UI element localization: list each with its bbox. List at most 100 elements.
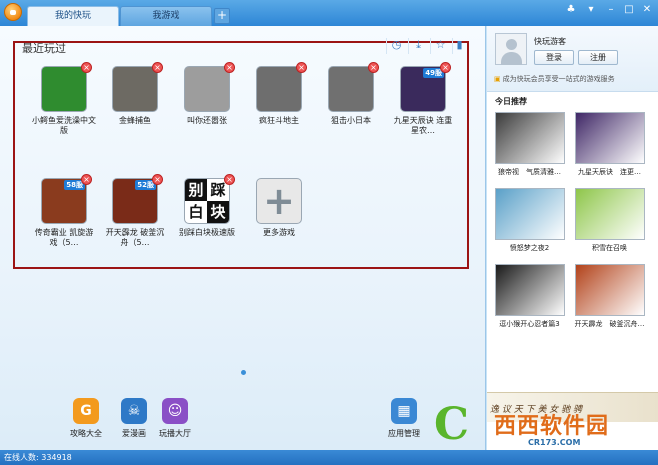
recommend-thumbnail[interactable]	[494, 264, 565, 316]
recommend-label: 逗小猴开心忍者篇3	[499, 320, 560, 328]
game-thumbnail[interactable]: 别踩白块	[184, 178, 230, 224]
remove-game-icon[interactable]: ×	[368, 62, 379, 73]
maximize-button[interactable]: □	[620, 3, 638, 17]
skin-icon[interactable]: ♣	[562, 3, 580, 17]
trash-icon[interactable]: ▮	[452, 38, 466, 54]
star-icon[interactable]: ☆	[430, 38, 450, 54]
today-title: 今日推荐	[495, 97, 527, 106]
dock-label: 玩播大厅	[159, 429, 191, 438]
game-label: 疯狂斗地主	[259, 116, 299, 125]
register-button[interactable]: 注册	[578, 50, 618, 65]
recommend-label: 积雪在召唤	[592, 244, 627, 252]
game-item[interactable]: 52服 × 开天霹龙 破釜沉舟（5…	[103, 174, 167, 248]
recommend-item[interactable]: 狼帝视 气质清雅…	[493, 112, 566, 177]
game-thumbnail[interactable]: 58服	[41, 178, 87, 224]
recommend-label: 狼帝视 气质清雅…	[498, 168, 561, 176]
member-promo[interactable]: ▣ 成为快玩会员享受一站式的游戏服务	[494, 74, 615, 84]
game-item[interactable]: 49服 × 九星天辰诀 连重星农…	[391, 62, 455, 136]
game-item[interactable]: × 叫你还嚣张	[175, 62, 239, 126]
user-panel: 快玩游客 登录 注册 ▣ 成为快玩会员享受一站式的游戏服务	[487, 26, 658, 92]
watermark-brand: 西西软件园	[494, 414, 610, 439]
tile-glyph: 白	[188, 203, 204, 221]
guest-name: 快玩游客	[534, 37, 566, 46]
game-label: 开天霹龙 破釜沉舟（5…	[105, 228, 165, 247]
remove-game-icon[interactable]: ×	[440, 62, 451, 73]
remove-game-icon[interactable]: ×	[152, 174, 163, 185]
recommend-thumbnail[interactable]	[494, 188, 565, 240]
game-label: 金蜂捕鱼	[119, 116, 151, 125]
remove-game-icon[interactable]: ×	[224, 174, 235, 185]
close-button[interactable]: ✕	[638, 3, 656, 17]
menu-icon[interactable]: ▾	[582, 3, 600, 17]
game-thumbnail[interactable]	[256, 66, 302, 112]
minimize-button[interactable]: –	[602, 3, 620, 17]
dock-icon: G	[73, 398, 99, 424]
watermark-site: CR173.COM	[528, 438, 581, 447]
tab-games[interactable]: 我游戏	[120, 6, 212, 26]
recommend-thumbnail[interactable]	[574, 264, 645, 316]
game-label: 更多游戏	[263, 228, 295, 237]
dock-icon: ▦	[391, 398, 417, 424]
vip-icon: ▣	[494, 75, 501, 83]
game-thumbnail[interactable]	[112, 66, 158, 112]
tile-glyph: 别	[185, 179, 207, 201]
game-item[interactable]: 别踩白块 × 别踩白块极速版	[175, 174, 239, 238]
recommend-item[interactable]: 逗小猴开心忍者篇3	[493, 264, 566, 329]
member-text: 成为快玩会员享受一站式的游戏服务	[502, 75, 615, 83]
recommend-label: 九星天辰诀 连更…	[578, 168, 641, 176]
game-thumbnail[interactable]	[184, 66, 230, 112]
recommend-item[interactable]: 积雪在召唤	[573, 188, 646, 253]
game-thumbnail[interactable]	[328, 66, 374, 112]
dock-item[interactable]: ☺ 玩播大厅	[151, 398, 199, 439]
game-label: 小鳄鱼爱洗澡中文版	[32, 116, 96, 135]
login-button[interactable]: 登录	[534, 50, 574, 65]
recommend-thumbnail[interactable]	[494, 112, 565, 164]
remove-game-icon[interactable]: ×	[296, 62, 307, 73]
remove-game-icon[interactable]: ×	[152, 62, 163, 73]
recommend-item[interactable]: 开天霹龙 破釜沉舟…	[573, 264, 646, 329]
recommend-label: 愤怒梦之夜2	[509, 244, 550, 252]
recommend-thumbnail[interactable]	[574, 188, 645, 240]
game-item[interactable]: × 狙击小日本	[319, 62, 383, 126]
game-thumbnail[interactable]: +	[256, 178, 302, 224]
page-indicator[interactable]	[241, 370, 246, 375]
game-thumbnail[interactable]	[41, 66, 87, 112]
recommend-item[interactable]: 九星天辰诀 连更…	[573, 112, 646, 177]
recommend-item[interactable]: 愤怒梦之夜2	[493, 188, 566, 253]
tile-glyph: 块	[207, 201, 229, 223]
game-item[interactable]: × 小鳄鱼爱洗澡中文版	[32, 62, 96, 136]
game-label: 别踩白块极速版	[179, 228, 235, 237]
game-item[interactable]: + 更多游戏	[247, 178, 311, 238]
remove-game-icon[interactable]: ×	[224, 62, 235, 73]
dock-icon: ☠	[121, 398, 147, 424]
recent-title: 最近玩过	[22, 42, 66, 55]
dock-item[interactable]: ▦ 应用管理	[380, 398, 428, 439]
watermark-mark: C	[434, 399, 470, 450]
title-bar: 我的快玩 我游戏 + ♣ ▾ – □ ✕	[0, 0, 658, 26]
app-logo-icon	[4, 3, 22, 21]
dock-label: 应用管理	[388, 429, 420, 438]
download-icon[interactable]: ⤓	[408, 38, 428, 54]
sidebar: 快玩游客 登录 注册 ▣ 成为快玩会员享受一站式的游戏服务 今日推荐 狼帝视 气质…	[487, 26, 658, 450]
remove-game-icon[interactable]: ×	[81, 174, 92, 185]
avatar[interactable]	[495, 33, 527, 65]
dock-label: 攻略大全	[70, 429, 102, 438]
status-bar: 在线人数: 334918	[0, 450, 658, 465]
recommend-label: 开天霹龙 破釜沉舟…	[574, 320, 645, 328]
add-tab-button[interactable]: +	[214, 8, 230, 24]
game-label: 传奇霸业 凯旋游戏（5…	[34, 228, 94, 247]
game-thumbnail[interactable]: 49服	[400, 66, 446, 112]
game-item[interactable]: × 金蜂捕鱼	[103, 62, 167, 126]
clock-icon[interactable]: ◷	[386, 38, 406, 54]
game-label: 叫你还嚣张	[187, 116, 227, 125]
tab-my-kuaiwan[interactable]: 我的快玩	[27, 6, 119, 26]
remove-game-icon[interactable]: ×	[81, 62, 92, 73]
plus-icon: +	[263, 179, 295, 223]
game-thumbnail[interactable]: 52服	[112, 178, 158, 224]
recommend-thumbnail[interactable]	[574, 112, 645, 164]
dock-icon: ☺	[162, 398, 188, 424]
online-count: 在线人数: 334918	[4, 453, 72, 462]
dock-item[interactable]: G 攻略大全	[62, 398, 110, 439]
game-item[interactable]: × 疯狂斗地主	[247, 62, 311, 126]
game-item[interactable]: 58服 × 传奇霸业 凯旋游戏（5…	[32, 174, 96, 248]
